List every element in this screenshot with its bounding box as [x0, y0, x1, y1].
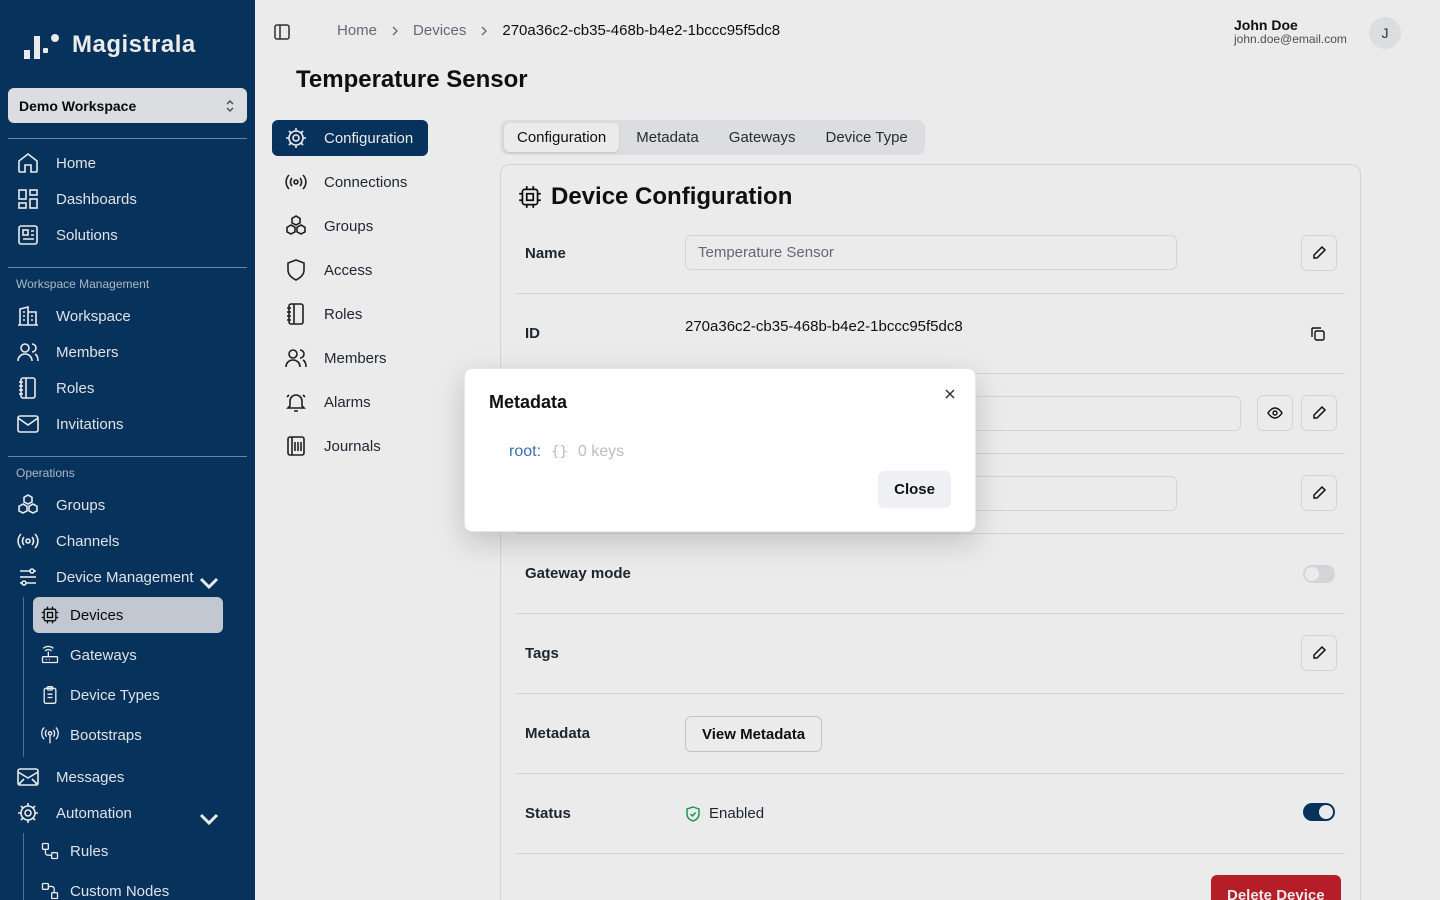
close-icon[interactable] — [943, 387, 957, 401]
close-button[interactable]: Close — [878, 471, 951, 508]
dialog-title: Metadata — [489, 392, 568, 412]
json-key-count: 0 keys — [577, 443, 625, 460]
json-viewer: root: {} 0 keys — [509, 443, 624, 461]
json-brace: {} — [551, 444, 568, 460]
metadata-dialog: Metadata root: {} 0 keys Close — [464, 368, 976, 532]
json-root-label[interactable]: root: — [509, 443, 541, 461]
